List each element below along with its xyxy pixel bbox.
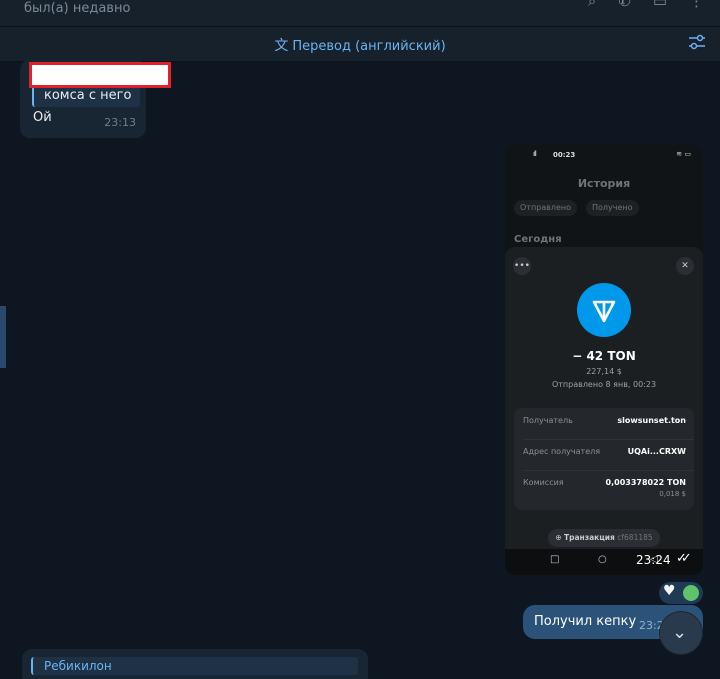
square-icon: □ (550, 554, 560, 565)
transaction-details: Получатель slowsunset.ton Адрес получате… (514, 408, 694, 510)
message-text: Получил кепку (534, 614, 637, 629)
last-seen-status: был(а) недавно (24, 1, 131, 16)
transaction-amount: − 42 TON (572, 349, 636, 363)
detail-value: slowsunset.ton (617, 416, 686, 425)
reply-text: комса с него (44, 88, 132, 103)
message-text: Ой (33, 110, 52, 125)
search-icon[interactable]: ⌕ (588, 0, 596, 10)
transaction-link: ⊕ Транзакция cf681185 (548, 529, 660, 547)
translate-bar: 文 Перевод (английский) (0, 27, 720, 62)
transaction-date: Отправлено 8 янв, 00:23 (551, 380, 657, 389)
detail-label: Получатель (523, 416, 573, 425)
detail-value: UQAi...CRXW (627, 447, 686, 456)
message-list[interactable]: комса с него Ой 23:13 ıll 00:23 ≋ ▭ Исто… (0, 60, 720, 679)
reply-preview[interactable]: Ребикилон (31, 657, 358, 675)
chevron-down-icon: ⌄ (672, 622, 688, 643)
translate-label: Перевод (английский) (292, 39, 446, 54)
chip-received: Получено (586, 200, 639, 216)
section-title: Сегодня (514, 234, 562, 245)
circle-icon: ○ (598, 554, 607, 565)
phone-clock: 00:23 (553, 151, 576, 159)
layout-icon[interactable]: ▭ (653, 0, 667, 10)
chip-sent: Отправлено (514, 200, 578, 216)
history-title: История (577, 177, 631, 190)
photo-message[interactable]: ıll 00:23 ≋ ▭ История Отправлено Получен… (505, 145, 703, 575)
transaction-label: Транзакция (564, 533, 615, 542)
phone-nav-bar: □ ○ ◁ (505, 549, 703, 575)
side-indicator (0, 306, 6, 368)
detail-row: Адрес получателя UQAi...CRXW (514, 439, 694, 465)
header-actions: ⌕ ✆ ▭ ⋮ (588, 0, 704, 10)
heart-icon[interactable]: ♥ (663, 583, 676, 599)
detail-label: Комиссия (523, 478, 564, 487)
detail-label: Адрес получателя (523, 447, 601, 456)
incoming-message[interactable]: Ребикилон (22, 649, 368, 679)
more-icon: ••• (513, 257, 531, 275)
message-time: 23:24 (636, 553, 671, 567)
phone-status-bar: ıll 00:23 ≋ ▭ (505, 149, 703, 161)
detail-row: Комиссия 0,003378022 TON 0,018 $ (514, 470, 694, 498)
signal-icon: ıll (533, 150, 537, 158)
redaction-box (29, 62, 171, 88)
battery-icon: ≋ ▭ (676, 150, 691, 158)
detail-row: Получатель slowsunset.ton (514, 408, 694, 434)
globe-icon: ⊕ (555, 533, 562, 542)
message-time: 23:13 (104, 116, 136, 129)
scroll-down-button[interactable]: ⌄ (660, 612, 702, 654)
settings-sliders-icon[interactable] (688, 34, 706, 50)
reply-text: Ребикилон (44, 659, 112, 673)
close-icon: ✕ (676, 257, 694, 275)
translate-icon: 文 (274, 38, 289, 54)
transaction-sheet: ••• ✕ − 42 TON 227,14 $ Отправлено 8 янв… (505, 247, 703, 549)
reactions[interactable]: ♥ (659, 582, 703, 604)
phone-icon[interactable]: ✆ (618, 0, 631, 10)
detail-subvalue: 0,018 $ (659, 490, 686, 498)
transaction-usd: 227,14 $ (586, 367, 622, 376)
chat-header: был(а) недавно ⌕ ✆ ▭ ⋮ (0, 0, 720, 27)
double-check-icon: ✓✓ (676, 551, 692, 566)
green-circle-icon[interactable] (683, 585, 699, 601)
ton-logo-icon (577, 283, 631, 337)
translate-button[interactable]: 文 Перевод (английский) (0, 35, 720, 55)
more-icon[interactable]: ⋮ (689, 0, 704, 10)
transaction-hash: cf681185 (617, 533, 653, 542)
detail-value: 0,003378022 TON (605, 478, 686, 487)
